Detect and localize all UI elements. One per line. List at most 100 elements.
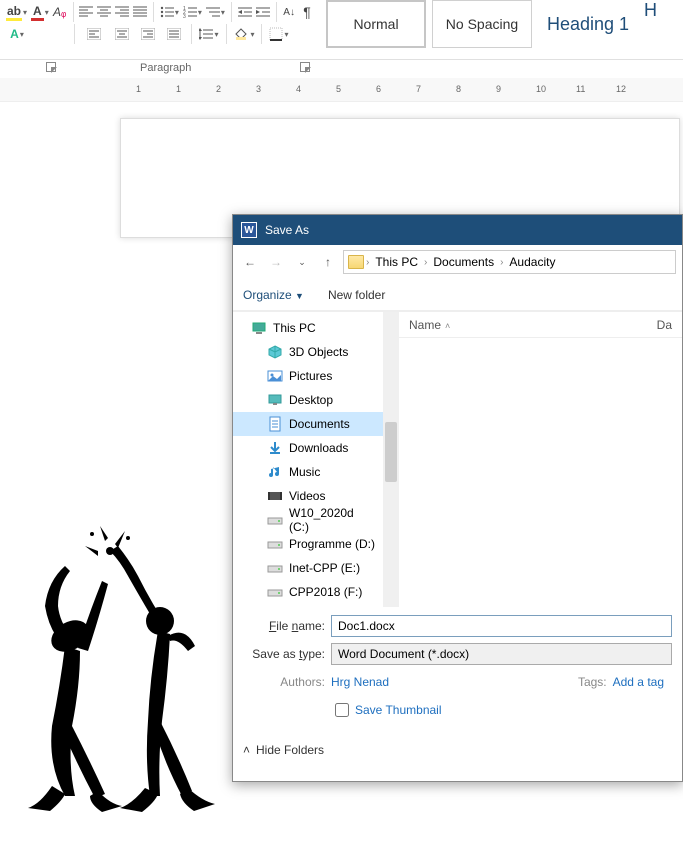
multilevel-list-button[interactable]: ▾	[206, 2, 225, 22]
tree-item-3d-objects[interactable]: 3D Objects	[233, 340, 383, 364]
file-list-header[interactable]: Name˄ Da	[399, 312, 682, 338]
save-thumbnail-checkbox[interactable]	[335, 703, 349, 717]
authors-value[interactable]: Hrg Nenad	[331, 675, 389, 689]
ruler-mark: 10	[536, 84, 537, 94]
tags-value[interactable]: Add a tag	[613, 675, 664, 689]
line-spacing-button[interactable]: ▾	[198, 24, 220, 44]
ruler-mark	[476, 84, 477, 94]
ruler-mark: 1	[136, 84, 137, 94]
align-justify-button-2[interactable]	[163, 24, 185, 44]
tree-item-label: Inet-CPP (E:)	[289, 561, 360, 575]
saveastype-select[interactable]: Word Document (*.docx)	[331, 643, 672, 665]
ruler-mark: 12	[616, 84, 617, 94]
ruler-mark: 9	[496, 84, 497, 94]
style-heading2-partial[interactable]: H	[644, 0, 664, 21]
organize-button[interactable]: Organize ▼	[243, 288, 304, 302]
tree-item-pictures[interactable]: Pictures	[233, 364, 383, 388]
bullets-button[interactable]: ▾	[160, 2, 179, 22]
save-thumbnail-label[interactable]: Save Thumbnail	[355, 703, 442, 717]
ruler-mark	[556, 84, 557, 94]
ruler-mark	[316, 84, 317, 94]
paragraph-group-label: Paragraph	[140, 62, 191, 74]
decrease-indent-button[interactable]	[238, 2, 252, 22]
breadcrumb-thispc[interactable]: This PC	[371, 255, 422, 269]
vid-icon	[267, 488, 283, 504]
increase-indent-button[interactable]	[256, 2, 270, 22]
align-justify-button[interactable]	[133, 2, 147, 22]
word-ribbon: ab▾ A▾ Aᵩ ▾ 123▾ ▾ A↓ ¶ A▾	[0, 0, 683, 60]
ruler-mark: 8	[456, 84, 457, 94]
style-heading1[interactable]: Heading 1	[538, 0, 638, 48]
ruler[interactable]: 1123456789101112	[0, 78, 683, 102]
ruler-mark	[396, 84, 397, 94]
dialog-toolbar: Organize ▼ New folder	[233, 279, 682, 311]
font-dialog-launcher[interactable]	[44, 60, 58, 76]
style-normal[interactable]: Normal	[326, 0, 426, 48]
align-center-button-2[interactable]	[111, 24, 133, 44]
chevron-right-icon[interactable]: ›	[500, 257, 503, 268]
style-nospacing[interactable]: No Spacing	[432, 0, 532, 48]
drive-icon	[267, 584, 283, 600]
align-center-button[interactable]	[97, 2, 111, 22]
nav-history-button[interactable]: ⌄	[291, 251, 313, 273]
text-effects-button[interactable]: A▾	[6, 24, 28, 44]
tree-item-w10-2020d-c-[interactable]: W10_2020d (C:)	[233, 508, 383, 532]
nav-forward-button[interactable]: →	[265, 251, 287, 273]
borders-button[interactable]: ▾	[268, 24, 290, 44]
chevron-right-icon[interactable]: ›	[366, 257, 369, 268]
ruler-mark: 4	[296, 84, 297, 94]
tree-item-documents[interactable]: Documents	[233, 412, 383, 436]
nav-back-button[interactable]: ←	[239, 251, 261, 273]
chevron-up-icon: ˄	[243, 743, 250, 757]
new-folder-button[interactable]: New folder	[328, 288, 385, 302]
scrollbar-thumb[interactable]	[385, 422, 397, 482]
address-bar[interactable]: › This PC › Documents › Audacity	[343, 250, 676, 274]
align-left-button[interactable]	[79, 2, 93, 22]
file-list[interactable]: Name˄ Da	[399, 312, 682, 607]
ruler-mark: 1	[176, 84, 177, 94]
align-left-button-2[interactable]	[81, 24, 107, 44]
folder-tree[interactable]: This PC 3D Objects Pictures Desktop Document…	[233, 312, 383, 607]
show-marks-button[interactable]: ¶	[300, 2, 314, 22]
tree-item-label: Programme (D:)	[289, 537, 375, 551]
breadcrumb-documents[interactable]: Documents	[429, 255, 498, 269]
ruler-mark	[516, 84, 517, 94]
drive-icon	[267, 560, 283, 576]
tree-item-programme-d-[interactable]: Programme (D:)	[233, 532, 383, 556]
align-right-button[interactable]	[115, 2, 129, 22]
decorative-figures	[10, 526, 245, 826]
sort-indicator-icon: ˄	[445, 321, 450, 331]
shading-button[interactable]: ▾	[233, 24, 255, 44]
breadcrumb-audacity[interactable]: Audacity	[505, 255, 559, 269]
hide-folders-button[interactable]: ˄ Hide Folders	[243, 743, 672, 757]
tree-item-inet-cpp-e-[interactable]: Inet-CPP (E:)	[233, 556, 383, 580]
filename-input[interactable]	[331, 615, 672, 637]
tree-item-desktop[interactable]: Desktop	[233, 388, 383, 412]
clear-formatting-button[interactable]: Aᵩ	[53, 2, 67, 22]
ruler-mark: 2	[216, 84, 217, 94]
tree-item-cpp2018-f-[interactable]: CPP2018 (F:)	[233, 580, 383, 604]
nav-up-button[interactable]: ↑	[317, 251, 339, 273]
column-name[interactable]: Name˄	[399, 318, 647, 332]
tags-label: Tags:	[578, 675, 607, 689]
dialog-titlebar[interactable]: W Save As	[233, 215, 682, 245]
ruler-mark	[596, 84, 597, 94]
tree-item-this-pc[interactable]: This PC	[233, 316, 383, 340]
tree-item-videos[interactable]: Videos	[233, 484, 383, 508]
doc-icon	[267, 416, 283, 432]
tree-item-label: 3D Objects	[289, 345, 348, 359]
dialog-bottom: File name: Save as type: Word Document (…	[233, 607, 682, 765]
authors-label: Authors:	[243, 675, 331, 689]
column-date[interactable]: Da	[647, 318, 682, 332]
paragraph-dialog-launcher[interactable]	[298, 60, 312, 76]
font-color-button[interactable]: A▾	[31, 2, 49, 22]
sort-button[interactable]: A↓	[282, 2, 296, 22]
tree-item-downloads[interactable]: Downloads	[233, 436, 383, 460]
chevron-right-icon[interactable]: ›	[424, 257, 427, 268]
align-right-button-2[interactable]	[137, 24, 159, 44]
tree-item-label: Desktop	[289, 393, 333, 407]
highlight-color-button[interactable]: ab▾	[6, 2, 27, 22]
numbering-button[interactable]: 123▾	[183, 2, 202, 22]
tree-scrollbar[interactable]	[383, 312, 399, 607]
tree-item-music[interactable]: Music	[233, 460, 383, 484]
